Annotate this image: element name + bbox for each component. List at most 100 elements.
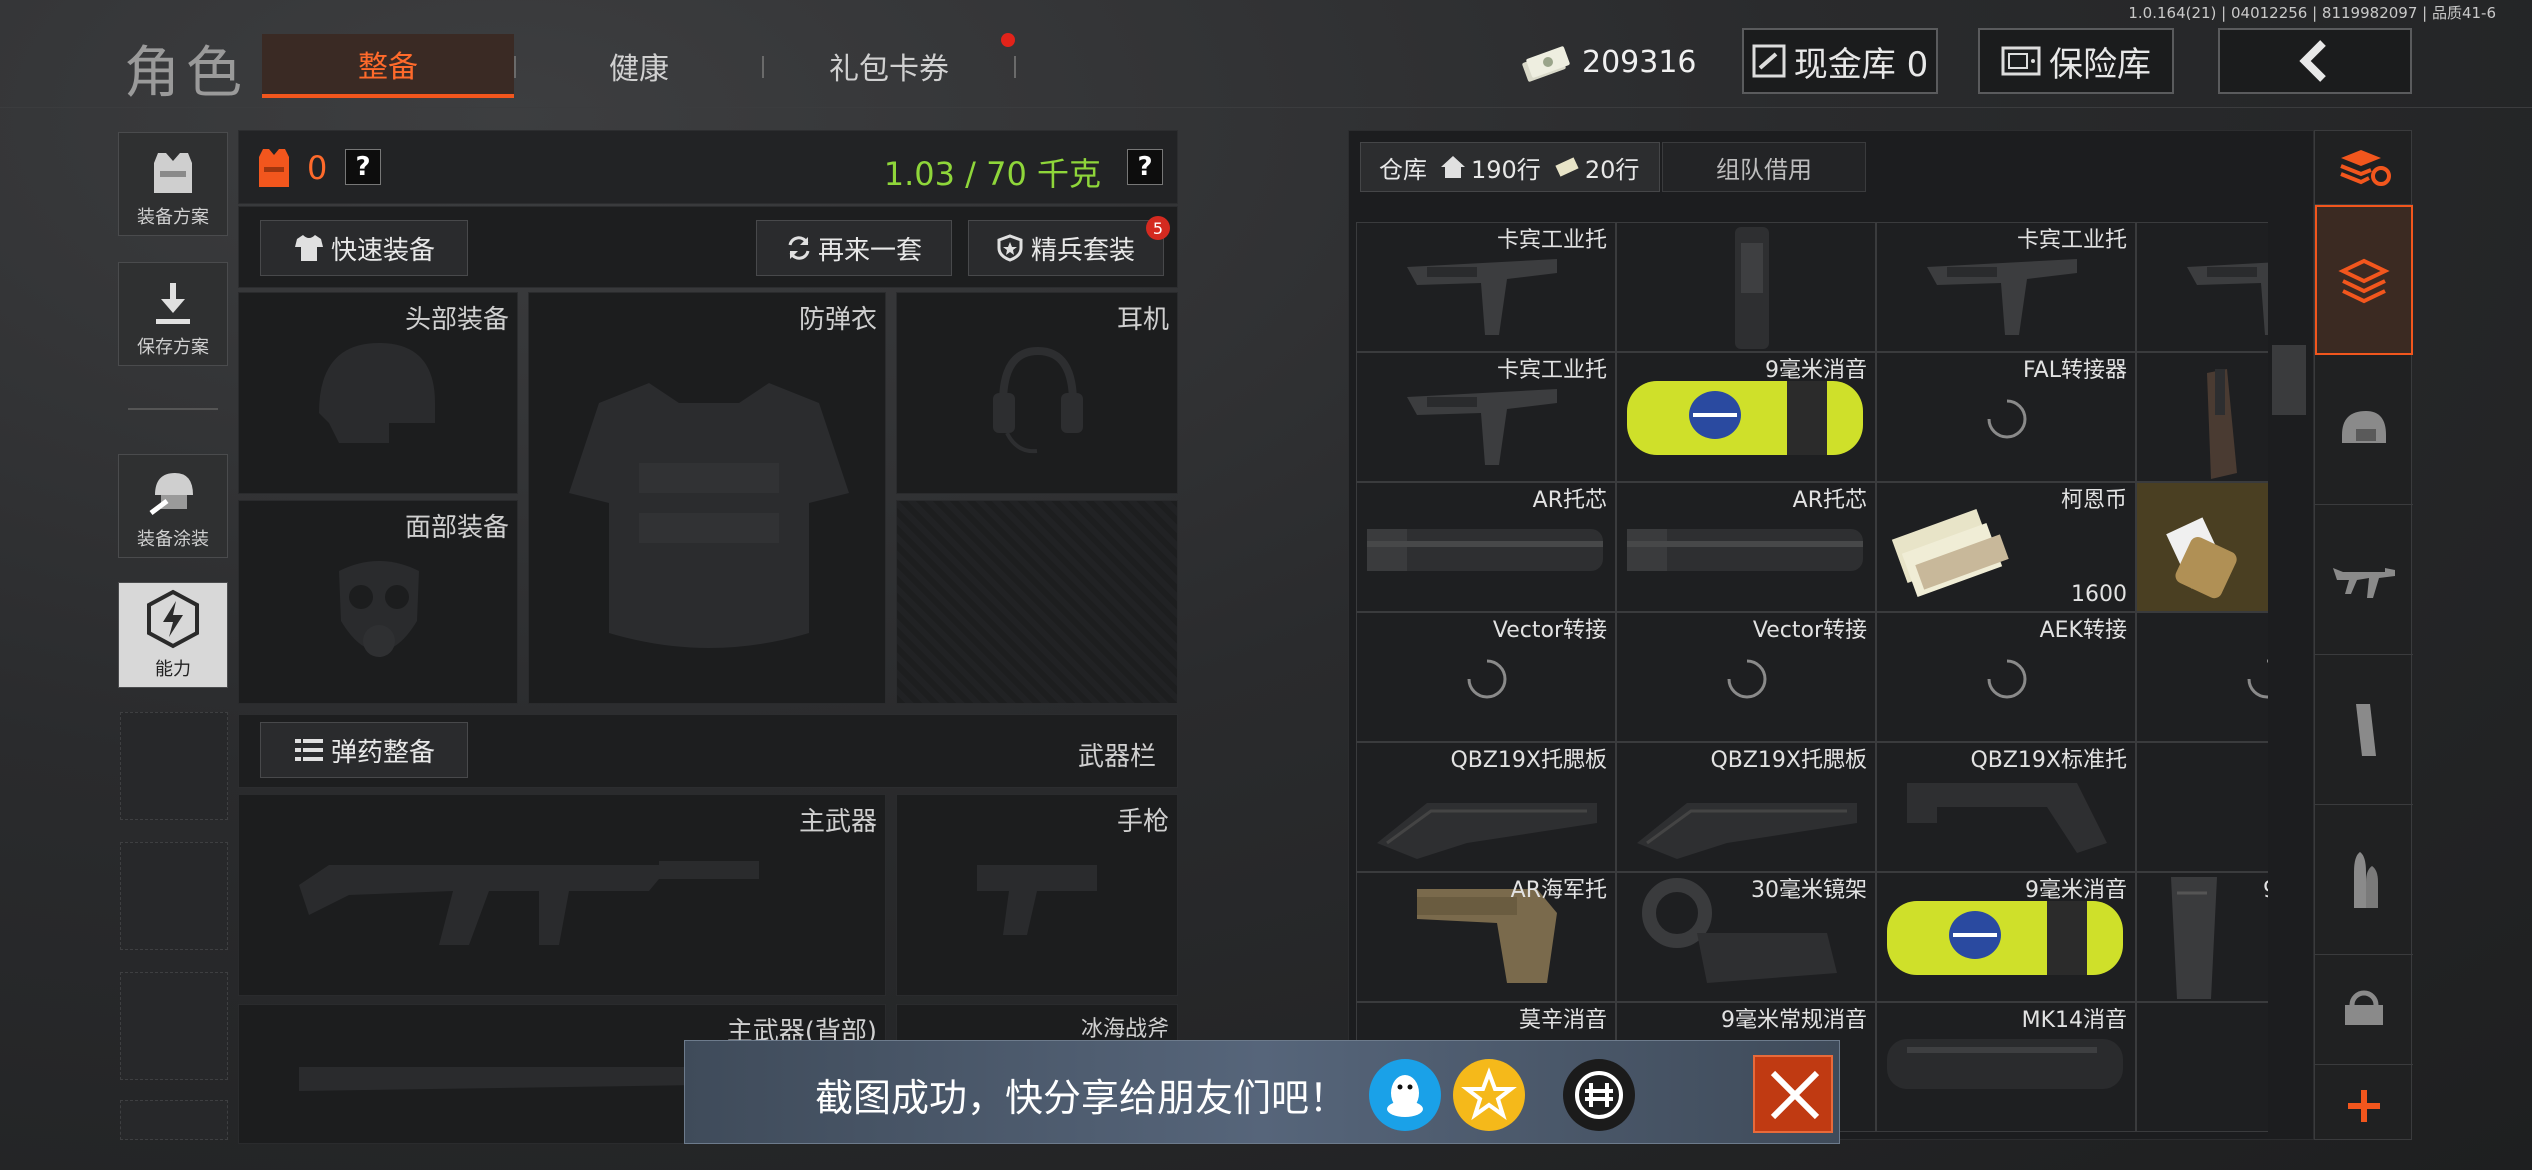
elite-set-button[interactable]: 精兵套装 [968, 220, 1164, 276]
warehouse-item[interactable] [1616, 222, 1876, 352]
warehouse-item[interactable]: 卡宾工业托 [1356, 222, 1616, 352]
warehouse-item[interactable]: QBZ19X托腮板 [1616, 742, 1876, 872]
empty-sidebar-slot [120, 712, 228, 820]
tab-health-label: 健康 [609, 52, 669, 87]
warehouse-item[interactable]: MK14消音 [1876, 1002, 2136, 1132]
warehouse-item[interactable]: 30毫米镜架 [1616, 872, 1876, 1002]
warehouse-item[interactable]: AR托芯 [1616, 482, 1876, 612]
cash-vault-label: 现金库 0 [1793, 44, 1929, 85]
slot-headset[interactable]: 耳机 [896, 292, 1178, 494]
empty-icon [2137, 1003, 2268, 1132]
warehouse-item[interactable]: AR托芯 [1356, 482, 1616, 612]
cash-icon [1522, 46, 1570, 82]
item-name: 莫辛消音 [1518, 1008, 1607, 1033]
empty-icon [2137, 743, 2268, 872]
shirt-icon [294, 235, 323, 261]
toast-close-button[interactable] [1753, 1055, 1833, 1133]
again-set-label: 再来一套 [817, 235, 922, 266]
slot-head[interactable]: 头部装备 [238, 292, 518, 494]
stack-sort-icon [2340, 149, 2391, 186]
layers-icon [2338, 258, 2390, 304]
warehouse-scrollbar[interactable] [2272, 345, 2306, 415]
item-name: 卡宾工业托 [2016, 228, 2127, 253]
slot-face[interactable]: 面部装备 [238, 500, 518, 704]
slot-vest[interactable]: 防弹衣 [528, 292, 886, 704]
slot-headset-label: 耳机 [1116, 305, 1169, 335]
slot-primary-weapon[interactable]: 主武器 [238, 794, 886, 996]
vest-icon [154, 153, 192, 193]
warehouse-item[interactable]: 柯恩币 1600 [1876, 482, 2136, 612]
download-icon [156, 283, 190, 324]
help-icon[interactable]: ? [1127, 149, 1163, 185]
category-scope[interactable] [2315, 955, 2413, 1065]
share-toast: 截图成功，快分享给朋友们吧！ [684, 1040, 1840, 1144]
warehouse-item[interactable]: 9×19 达姆60 [2136, 482, 2268, 612]
item-name: FAL转接器 [2023, 358, 2127, 383]
category-ammo[interactable] [2315, 805, 2413, 955]
item-name: QBZ19X托腮板 [1710, 748, 1867, 773]
tab-equip[interactable]: 整备 [262, 34, 514, 98]
rifle-icon [2333, 567, 2395, 598]
item-name: AR海军托 [1510, 878, 1607, 903]
cash-vault-button[interactable]: 现金库 0 [1742, 28, 1938, 94]
safe-button[interactable]: 保险库 [1978, 28, 2174, 94]
plus-icon [2348, 1090, 2380, 1122]
warehouse-item[interactable]: Vector转接 [1616, 612, 1876, 742]
category-magazine[interactable] [2315, 655, 2413, 805]
warehouse-item[interactable]: SJ16标准托 [2136, 352, 2268, 482]
warehouse-item[interactable]: 卡宾工业托 [1876, 222, 2136, 352]
bullets-icon [294, 739, 323, 761]
sort-button[interactable] [2315, 131, 2413, 205]
tab-team-borrow[interactable]: 组队借用 [1662, 142, 1866, 192]
toast-message: 截图成功，快分享给朋友们吧！ [815, 1076, 1348, 1120]
slot-melee-label: 冰海战斧 [1080, 1017, 1169, 1042]
warehouse-item[interactable]: AEK转接 [1876, 612, 2136, 742]
category-all[interactable] [2315, 205, 2413, 355]
weapon-bar-label: 武器栏 [1078, 742, 1157, 772]
qzone-share-icon[interactable] [1453, 1059, 1525, 1131]
category-helmet[interactable] [2315, 355, 2413, 505]
chevron-left-icon [2299, 40, 2326, 82]
back-button[interactable] [2218, 28, 2412, 94]
warehouse-item[interactable]: 卡宾工业托 [1356, 352, 1616, 482]
warehouse-item[interactable]: 卡宾工业托 [2136, 222, 2268, 352]
warehouse-item[interactable]: AR海军托 [1356, 872, 1616, 1002]
other-share-icon[interactable] [1563, 1059, 1635, 1131]
warehouse-item[interactable] [2136, 742, 2268, 872]
rows2-label: 20行 [1584, 155, 1640, 184]
penguin-icon [1387, 1075, 1423, 1117]
tab-health[interactable]: 健康 [516, 34, 762, 98]
rows-label: 190行 [1471, 155, 1541, 184]
sidebar-item-ability[interactable]: 能力 [118, 582, 228, 688]
elite-set-label: 精兵套装 [1030, 235, 1135, 266]
warehouse-item[interactable]: 9毫米消音 [1876, 872, 2136, 1002]
warehouse-item[interactable]: 9毫米消音 [1616, 352, 1876, 482]
warehouse-item[interactable]: AN94转接 [2136, 612, 2268, 742]
cash-icon [1555, 157, 1579, 177]
tab-giftpack[interactable]: 礼包卡券 [764, 34, 1014, 98]
qq-share-icon[interactable] [1369, 1059, 1441, 1131]
warehouse-item[interactable] [2136, 1002, 2268, 1132]
warehouse-item[interactable]: FAL转接器 [1876, 352, 2136, 482]
help-icon[interactable]: ? [345, 149, 381, 185]
stock-icon [2187, 262, 2268, 335]
add-category-button[interactable] [2315, 1071, 2413, 1141]
tab-warehouse[interactable]: 仓库 190行 20行 [1360, 142, 1660, 192]
category-gun[interactable] [2315, 505, 2413, 655]
sidebar-item-paint[interactable]: 装备涂装 [118, 454, 228, 558]
slot-pistol[interactable]: 手枪 [896, 794, 1178, 996]
ammo-prep-button[interactable]: 弹药整备 [260, 722, 468, 778]
house-icon [1441, 156, 1465, 178]
sidebar-item-save-plan[interactable]: 保存方案 [118, 262, 228, 366]
slot-head-label: 头部装备 [404, 305, 509, 335]
warehouse-item[interactable]: Vector转接 [1356, 612, 1616, 742]
warehouse-item[interactable]: QBZ19X标准托 [1876, 742, 2136, 872]
again-set-button[interactable]: 再来一套 [756, 220, 952, 276]
quick-equip-button[interactable]: 快速装备 [260, 220, 468, 276]
item-name: AR托芯 [1792, 488, 1867, 513]
sidebar-item-equip-plan[interactable]: 装备方案 [118, 132, 228, 236]
warehouse-item[interactable]: 9毫米轻量消音 [2136, 872, 2268, 1002]
sidebar-item-label: 能力 [155, 659, 191, 680]
warehouse-item[interactable]: QBZ19X托腮板 [1356, 742, 1616, 872]
tab-giftpack-label: 礼包卡券 [829, 52, 949, 87]
